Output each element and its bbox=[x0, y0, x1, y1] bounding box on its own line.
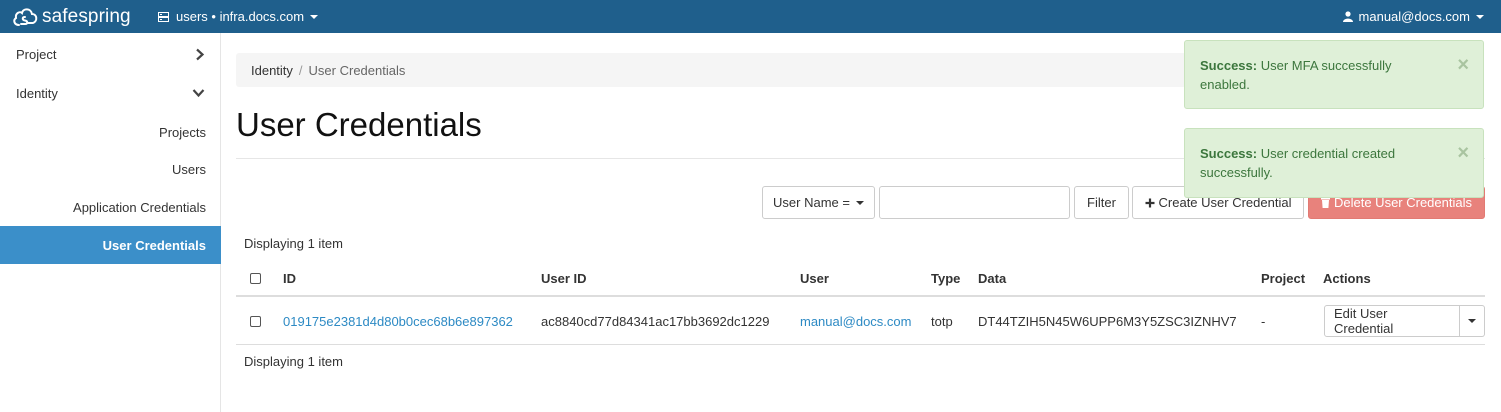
column-header-user[interactable]: User bbox=[800, 260, 829, 297]
top-navbar: safespring users • infra.docs.com manual… bbox=[0, 0, 1501, 33]
sidebar-item-user-credentials[interactable]: User Credentials bbox=[0, 226, 221, 264]
column-header-actions: Actions bbox=[1323, 271, 1371, 286]
user-menu[interactable]: manual@docs.com bbox=[1342, 0, 1484, 33]
brand-name: safespring bbox=[42, 5, 131, 27]
cell-user-id: ac8840cd77d84341ac17bb3692dc1229 bbox=[541, 313, 770, 329]
close-icon[interactable]: × bbox=[1457, 55, 1469, 75]
breadcrumb: Identity / User Credentials bbox=[236, 53, 1186, 87]
filter-button[interactable]: Filter bbox=[1074, 186, 1129, 219]
column-header-data[interactable]: Data bbox=[978, 260, 1006, 297]
column-header-type[interactable]: Type bbox=[931, 260, 960, 297]
caret-down-icon bbox=[855, 200, 864, 205]
sidebar-item-label: Projects bbox=[159, 124, 206, 140]
row-actions-dropdown-toggle[interactable] bbox=[1460, 305, 1485, 337]
filter-field-label: User Name = bbox=[773, 195, 850, 210]
column-header-user-id[interactable]: User ID bbox=[541, 260, 587, 297]
sidebar-section-identity[interactable]: Identity bbox=[0, 74, 221, 112]
item-count-bottom: Displaying 1 item bbox=[244, 354, 343, 369]
column-header-id[interactable]: ID bbox=[283, 260, 296, 297]
sidebar-section-label: Identity bbox=[16, 85, 58, 101]
project-switcher-label: users • infra.docs.com bbox=[176, 9, 305, 24]
filter-button-label: Filter bbox=[1087, 195, 1116, 210]
cell-project: - bbox=[1261, 313, 1266, 329]
project-switcher[interactable]: users • infra.docs.com bbox=[158, 0, 319, 33]
chevron-right-icon bbox=[196, 48, 205, 60]
item-count-top: Displaying 1 item bbox=[244, 236, 343, 251]
caret-down-icon bbox=[1468, 319, 1477, 323]
page-title: User Credentials bbox=[236, 106, 482, 143]
row-actions: Edit User Credential bbox=[1324, 305, 1485, 337]
breadcrumb-separator: / bbox=[298, 62, 303, 78]
sidebar-section-project[interactable]: Project bbox=[0, 35, 221, 73]
success-alert: Success: User credential created success… bbox=[1184, 128, 1484, 198]
alert-title: Success: bbox=[1200, 58, 1258, 73]
user-link[interactable]: manual@docs.com bbox=[800, 314, 911, 329]
cloud-logo-icon bbox=[13, 7, 38, 26]
caret-down-icon bbox=[310, 14, 319, 19]
breadcrumb-root[interactable]: Identity bbox=[251, 63, 293, 78]
edit-button-label: Edit User Credential bbox=[1334, 306, 1394, 336]
table-row: 019175e2381d4d80b0cec68b6e897362 ac8840c… bbox=[236, 297, 1485, 345]
column-header-project[interactable]: Project bbox=[1261, 260, 1305, 297]
user-menu-label: manual@docs.com bbox=[1358, 9, 1470, 24]
credential-id-link[interactable]: 019175e2381d4d80b0cec68b6e897362 bbox=[283, 314, 513, 329]
alert-title: Success: bbox=[1200, 146, 1258, 161]
server-icon bbox=[158, 11, 169, 22]
chevron-down-icon bbox=[192, 89, 205, 98]
plus-icon bbox=[1145, 198, 1155, 207]
brand-logo[interactable]: safespring bbox=[11, 3, 131, 30]
breadcrumb-current: User Credentials bbox=[308, 62, 406, 78]
filter-field-select[interactable]: User Name = bbox=[762, 186, 875, 219]
sidebar-item-application-credentials[interactable]: Application Credentials bbox=[0, 188, 221, 226]
close-icon[interactable]: × bbox=[1457, 143, 1469, 163]
sidebar-item-label: User Credentials bbox=[102, 237, 206, 253]
edit-user-credential-button[interactable]: Edit User Credential bbox=[1324, 305, 1461, 337]
trash-icon bbox=[1320, 197, 1330, 208]
row-checkbox[interactable] bbox=[250, 315, 261, 327]
sidebar: Project Identity Projects Users Applicat… bbox=[0, 33, 221, 412]
select-all-checkbox[interactable] bbox=[250, 273, 261, 284]
sidebar-item-label: Users bbox=[172, 161, 206, 177]
cell-data: DT44TZIH5N45W6UPP6M3Y5ZSC3IZNHV7 bbox=[978, 313, 1237, 329]
filter-input[interactable] bbox=[879, 186, 1070, 219]
sidebar-item-projects[interactable]: Projects bbox=[0, 113, 221, 151]
sidebar-item-users[interactable]: Users bbox=[0, 150, 221, 188]
caret-down-icon bbox=[1476, 14, 1484, 19]
user-icon bbox=[1342, 11, 1353, 22]
success-alert: Success: User MFA successfully enabled. … bbox=[1184, 40, 1484, 109]
cell-type: totp bbox=[931, 313, 953, 329]
sidebar-item-label: Application Credentials bbox=[73, 199, 206, 215]
sidebar-section-label: Project bbox=[16, 46, 57, 62]
table-header: ID User ID User Type Data Project Action… bbox=[236, 260, 1485, 297]
